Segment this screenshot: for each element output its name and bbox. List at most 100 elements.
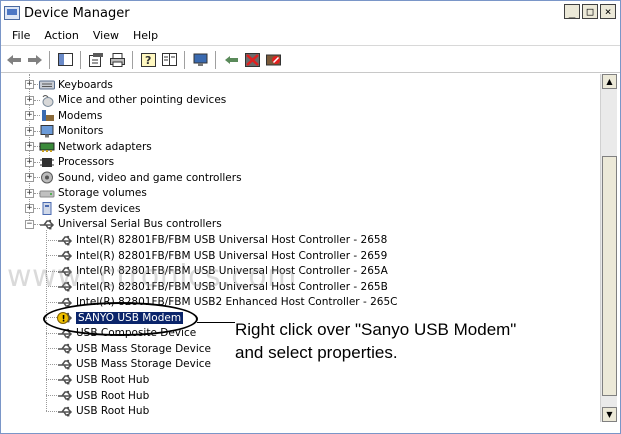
sound-icon — [39, 171, 55, 184]
scroll-down-arrow[interactable]: ▼ — [602, 407, 617, 422]
device-manager-icon — [4, 6, 20, 20]
scroll-thumb[interactable] — [602, 156, 617, 396]
toolbar: ? — [1, 47, 620, 73]
tree-item-usb-device[interactable]: USB Root Hub — [57, 388, 149, 403]
expand-modems-toggle[interactable]: + — [25, 111, 34, 121]
tree-connector-line — [46, 363, 57, 365]
tree-category-keyboards[interactable]: Keyboards — [39, 77, 113, 92]
scroll-up-arrow[interactable]: ▲ — [602, 74, 617, 89]
window-controls: _ □ × — [564, 4, 616, 19]
maximize-button[interactable]: □ — [582, 4, 598, 19]
device-tree[interactable]: + Keyboards + Mice and other pointing devic… — [3, 74, 600, 422]
tree-category-label: Monitors — [58, 125, 104, 138]
usb-device-icon — [57, 234, 73, 247]
tree-item-usb-device[interactable]: Intel(R) 82801FB/FBM USB Universal Host … — [57, 264, 388, 279]
tree-category-processors[interactable]: Processors — [39, 155, 114, 170]
tree-category-label: Network adapters — [58, 140, 152, 153]
menu-file[interactable]: File — [5, 29, 37, 42]
show-hide-tree-icon[interactable] — [57, 51, 74, 68]
tree-connector-line — [46, 348, 57, 350]
device-manager-window: Device Manager _ □ × File Action View He… — [0, 0, 621, 434]
expand-processors-toggle[interactable]: + — [25, 157, 34, 167]
tree-category-monitors[interactable]: Monitors — [39, 124, 103, 139]
callout-ellipse — [43, 302, 198, 336]
uninstall-icon[interactable] — [244, 51, 261, 68]
instruction-annotation: Right click over "Sanyo USB Modem" and s… — [235, 318, 516, 364]
instruction-line-2: and select properties. — [235, 343, 398, 362]
tree-item-label: Intel(R) 82801FB/FBM USB Universal Host … — [76, 249, 388, 262]
tree-category-universal-serial-bus-controllers[interactable]: Universal Serial Bus controllers — [39, 217, 222, 232]
monitor-icon — [39, 124, 55, 138]
print-icon[interactable] — [109, 51, 126, 68]
storage-icon — [39, 187, 55, 200]
disable-icon[interactable] — [265, 51, 282, 68]
properties-icon[interactable] — [88, 51, 105, 68]
menu-help[interactable]: Help — [126, 29, 165, 42]
tree-category-system-devices[interactable]: System devices — [39, 201, 140, 216]
toolbar-separator — [184, 50, 186, 69]
tree-item-label: Intel(R) 82801FB/FBM USB Universal Host … — [76, 280, 388, 293]
tree-connector-line — [46, 379, 57, 381]
menu-action[interactable]: Action — [37, 29, 85, 42]
toolbar-separator — [132, 50, 134, 69]
tree-category-label: Modems — [58, 109, 103, 122]
expand-storage-volumes-toggle[interactable]: + — [25, 188, 34, 198]
tree-connector-line — [46, 286, 57, 288]
usb-icon — [39, 218, 55, 231]
help-icon[interactable]: ? — [140, 51, 157, 68]
tree-item-usb-device[interactable]: USB Root Hub — [57, 404, 149, 419]
tree-item-usb-device[interactable]: USB Mass Storage Device — [57, 341, 211, 356]
scan-hardware-icon[interactable] — [223, 51, 240, 68]
tree-category-mice-and-other-pointing-devices[interactable]: Mice and other pointing devices — [39, 93, 226, 108]
tree-item-usb-device[interactable]: Intel(R) 82801FB/FBM USB Universal Host … — [57, 248, 387, 263]
tree-category-label: Mice and other pointing devices — [58, 94, 227, 107]
callout-pointer-line — [197, 322, 235, 323]
tree-category-label: System devices — [58, 202, 141, 215]
processor-icon — [39, 156, 55, 169]
tree-category-label: Storage volumes — [58, 187, 147, 200]
view-icon[interactable] — [161, 51, 178, 68]
usb-device-icon — [57, 342, 73, 355]
expand-network-adapters-toggle[interactable]: + — [25, 142, 34, 152]
tree-item-usb-device[interactable]: Intel(R) 82801FB/FBM USB Universal Host … — [57, 279, 388, 294]
forward-icon[interactable] — [26, 51, 43, 68]
expand-monitors-toggle[interactable]: + — [25, 126, 34, 136]
mouse-icon — [39, 94, 55, 107]
tree-item-label: USB Root Hub — [76, 405, 150, 418]
tree-item-label: Intel(R) 82801FB/FBM USB Universal Host … — [76, 234, 388, 246]
tree-item-usb-device[interactable]: USB Root Hub — [57, 372, 149, 387]
expand-system-devices-toggle[interactable]: + — [25, 204, 34, 214]
tree-category-modems[interactable]: Modems — [39, 108, 102, 123]
menu-view[interactable]: View — [86, 29, 126, 42]
usb-device-icon — [57, 373, 73, 386]
expand-sound-video-and-game-controllers-toggle[interactable]: + — [25, 173, 34, 183]
tree-category-label: Universal Serial Bus controllers — [58, 218, 222, 231]
tree-category-sound-video-and-game-controllers[interactable]: Sound, video and game controllers — [39, 170, 242, 185]
tree-item-usb-device[interactable]: USB Mass Storage Device — [57, 357, 211, 372]
close-button[interactable]: × — [600, 4, 616, 19]
collapse-universal-serial-bus-controllers-toggle[interactable]: − — [25, 219, 34, 229]
tree-item-label: USB Mass Storage Device — [76, 342, 211, 355]
tree-connector-line — [46, 332, 57, 334]
tree-category-label: Keyboards — [58, 78, 113, 91]
usb-device-icon — [57, 280, 73, 293]
usb-device-icon — [57, 358, 73, 371]
update-driver-icon[interactable] — [192, 51, 209, 68]
expand-keyboards-toggle[interactable]: + — [25, 80, 34, 89]
modem-icon — [39, 109, 55, 122]
toolbar-separator — [80, 50, 82, 69]
vertical-scrollbar[interactable]: ▲ ▼ — [600, 74, 617, 422]
tree-category-label: Processors — [58, 156, 115, 169]
expand-mice-and-other-pointing-devices-toggle[interactable]: + — [25, 95, 34, 105]
tree-category-label: Sound, video and game controllers — [58, 171, 242, 184]
tree-category-storage-volumes[interactable]: Storage volumes — [39, 186, 147, 201]
tree-item-usb-device[interactable]: Intel(R) 82801FB/FBM USB Universal Host … — [57, 233, 387, 248]
svg-text:?: ? — [145, 54, 151, 67]
title-bar[interactable]: Device Manager _ □ × — [1, 1, 620, 25]
tree-connector-line — [46, 395, 57, 396]
minimize-button[interactable]: _ — [564, 4, 580, 19]
tree-category-network-adapters[interactable]: Network adapters — [39, 139, 152, 154]
tree-connector-line — [46, 255, 57, 257]
back-icon[interactable] — [5, 51, 22, 68]
network-icon — [39, 140, 55, 153]
